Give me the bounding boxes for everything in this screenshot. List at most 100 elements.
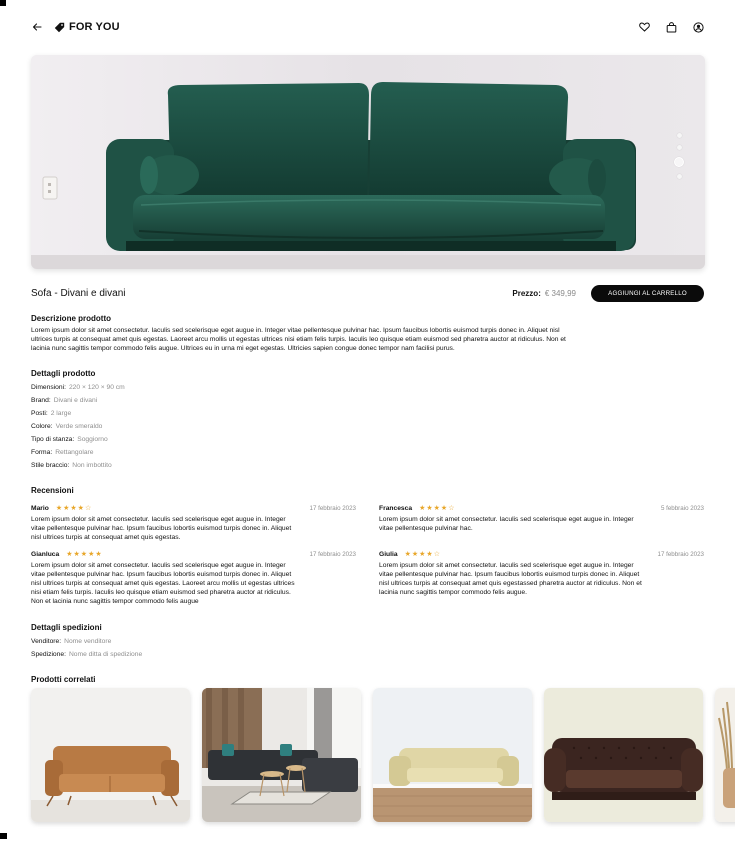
carousel-dot[interactable] [676, 145, 682, 150]
review-line: Lorem ipsum dolor sit amet consectetur. … [31, 516, 286, 523]
partial-sofa-photo [715, 688, 735, 822]
description-line: ultrices turpis at consequat amet quis e… [31, 336, 566, 343]
review-line: lacinia nunc sagittis tempor commodo fel… [379, 589, 527, 596]
grey-sectional-photo [202, 688, 361, 822]
review-line: Lorem ipsum dolor sit amet consectetur. … [379, 562, 634, 569]
review-line: nisl ultrices turpis at consequat amet q… [379, 580, 642, 587]
tan-leather-sofa-photo [31, 688, 190, 822]
review-line: Lorem ipsum dolor sit amet consectetur. … [31, 562, 286, 569]
detail-key: Brand: [31, 397, 51, 404]
review-text: Lorem ipsum dolor sit amet consectetur. … [379, 561, 704, 597]
detail-value: Rettangolare [55, 449, 94, 456]
brand-name: FOR YOU [69, 21, 120, 33]
review-text: Lorem ipsum dolor sit amet consectetur. … [31, 561, 356, 606]
related-products [31, 688, 735, 822]
detail-row: Forma: Rettangolare [31, 448, 93, 457]
review-text: Lorem ipsum dolor sit amet consectetur. … [379, 515, 704, 533]
details-title: Dettagli prodotto [31, 369, 96, 378]
shipping-title: Dettagli spedizioni [31, 623, 102, 632]
price-value: € 349,99 [544, 288, 576, 298]
top-bar: FOR YOU [31, 18, 704, 36]
detail-value: Non imbottito [72, 462, 112, 469]
carousel-dot-active[interactable] [674, 157, 684, 167]
review-card: Mario ★★★★☆ 17 febbraio 2023 Lorem ipsum… [31, 504, 356, 542]
reviewer-name: Francesca [379, 505, 413, 512]
detail-row: Posti: 2 large [31, 409, 71, 418]
detail-row: Colore: Verde smeraldo [31, 422, 102, 431]
related-title: Prodotti correlati [31, 675, 96, 684]
related-product-card[interactable] [202, 688, 361, 822]
review-line: nisi etiam felis turpis. Iaculis leo qui… [31, 589, 291, 596]
detail-value: Divani e divani [53, 397, 98, 404]
price: Prezzo: € 349,99 [512, 289, 576, 298]
price-label: Prezzo: [512, 288, 541, 298]
shipping-key: Venditore: [31, 638, 62, 645]
detail-key: Colore: [31, 423, 53, 430]
related-product-card[interactable] [31, 688, 190, 822]
detail-value: 220 × 120 × 90 cm [68, 384, 125, 391]
related-product-card[interactable] [373, 688, 532, 822]
detail-row: Tipo di stanza: Soggiorno [31, 435, 108, 444]
review-date: 17 febbraio 2023 [309, 505, 356, 512]
reviewer-name: Giulia [379, 551, 398, 558]
product-header: Sofa - Divani e divani Prezzo: € 349,99 … [31, 284, 704, 302]
description-title: Descrizione prodotto [31, 314, 112, 323]
detail-value: 2 large [50, 410, 72, 417]
detail-key: Stile braccio: [31, 462, 70, 469]
reviewer-name: Mario [31, 505, 49, 512]
chesterfield-sofa-photo [544, 688, 703, 822]
wishlist-button[interactable] [638, 21, 650, 33]
carousel-dot[interactable] [676, 133, 682, 138]
detail-key: Dimensioni: [31, 384, 66, 391]
star-rating: ★★★★☆ [404, 551, 441, 558]
hero-image[interactable] [31, 55, 705, 269]
detail-key: Posti: [31, 410, 48, 417]
arrow-left-icon [32, 23, 42, 31]
review-line: vitae pellentesque pulvinar hac. [379, 525, 473, 532]
detail-value: Verde smeraldo [55, 423, 103, 430]
back-button[interactable] [31, 21, 43, 33]
user-circle-icon [692, 21, 704, 33]
review-line: vitae pellentesque pulvinar hac. Ipsum f… [31, 525, 292, 532]
star-rating: ★★★★★ [66, 551, 103, 558]
review-line: nisl ultrices turpis at consequat amet q… [31, 580, 295, 587]
related-product-card[interactable] [715, 688, 735, 822]
shipping-value: Nome venditore [64, 638, 112, 645]
shipping-key: Spedizione: [31, 651, 66, 658]
review-date: 17 febbraio 2023 [657, 551, 704, 558]
brand[interactable]: FOR YOU [54, 21, 120, 33]
review-line: vitae pellentesque pulvinar hac. Ipsum f… [31, 571, 292, 578]
detail-row: Stile braccio: Non imbottito [31, 461, 112, 470]
carousel-indicator [674, 133, 684, 179]
cart-button[interactable] [665, 21, 677, 33]
heart-icon [638, 22, 650, 32]
review-date: 5 febbraio 2023 [660, 505, 704, 512]
review-card: Gianluca ★★★★★ 17 febbraio 2023 Lorem ip… [31, 550, 356, 606]
review-line: vitae pellentesque pulvinar hac. Ipsum f… [379, 571, 640, 578]
detail-key: Tipo di stanza: [31, 436, 75, 443]
description-text: Lorem ipsum dolor sit amet consectetur. … [31, 326, 566, 353]
tag-icon [54, 22, 65, 32]
add-to-cart-button[interactable]: AGGIUNGI AL CARRELLO [591, 284, 704, 302]
review-card: Francesca ★★★★☆ 5 febbraio 2023 Lorem ip… [379, 504, 704, 533]
shipping-value: Nome ditta di spedizione [68, 651, 143, 658]
product-title: Sofa - Divani e divani [31, 287, 126, 299]
carousel-dot[interactable] [676, 174, 682, 179]
review-line: Lorem ipsum dolor sit amet consectetur. … [379, 516, 634, 523]
reviewer-name: Gianluca [31, 551, 60, 558]
corner-mark [0, 833, 7, 839]
detail-row: Dimensioni: 220 × 120 × 90 cm [31, 383, 125, 392]
corner-mark [0, 0, 6, 6]
description-line: Lorem ipsum dolor sit amet consectetur. … [31, 327, 560, 334]
cream-sofa-photo [373, 688, 532, 822]
green-sofa-photo [31, 55, 705, 269]
shopping-bag-icon [666, 21, 676, 32]
star-rating: ★★★★☆ [55, 505, 93, 512]
shipping-row: Spedizione: Nome ditta di spedizione [31, 650, 142, 659]
detail-value: Soggiorno [77, 436, 108, 443]
review-line: nisl ultrices turpis at consequat amet q… [31, 534, 181, 541]
review-date: 17 febbraio 2023 [309, 551, 356, 558]
related-product-card[interactable] [544, 688, 703, 822]
account-button[interactable] [692, 21, 704, 33]
review-line: Non et lacinia nunc sagittis tempor comm… [31, 598, 199, 605]
